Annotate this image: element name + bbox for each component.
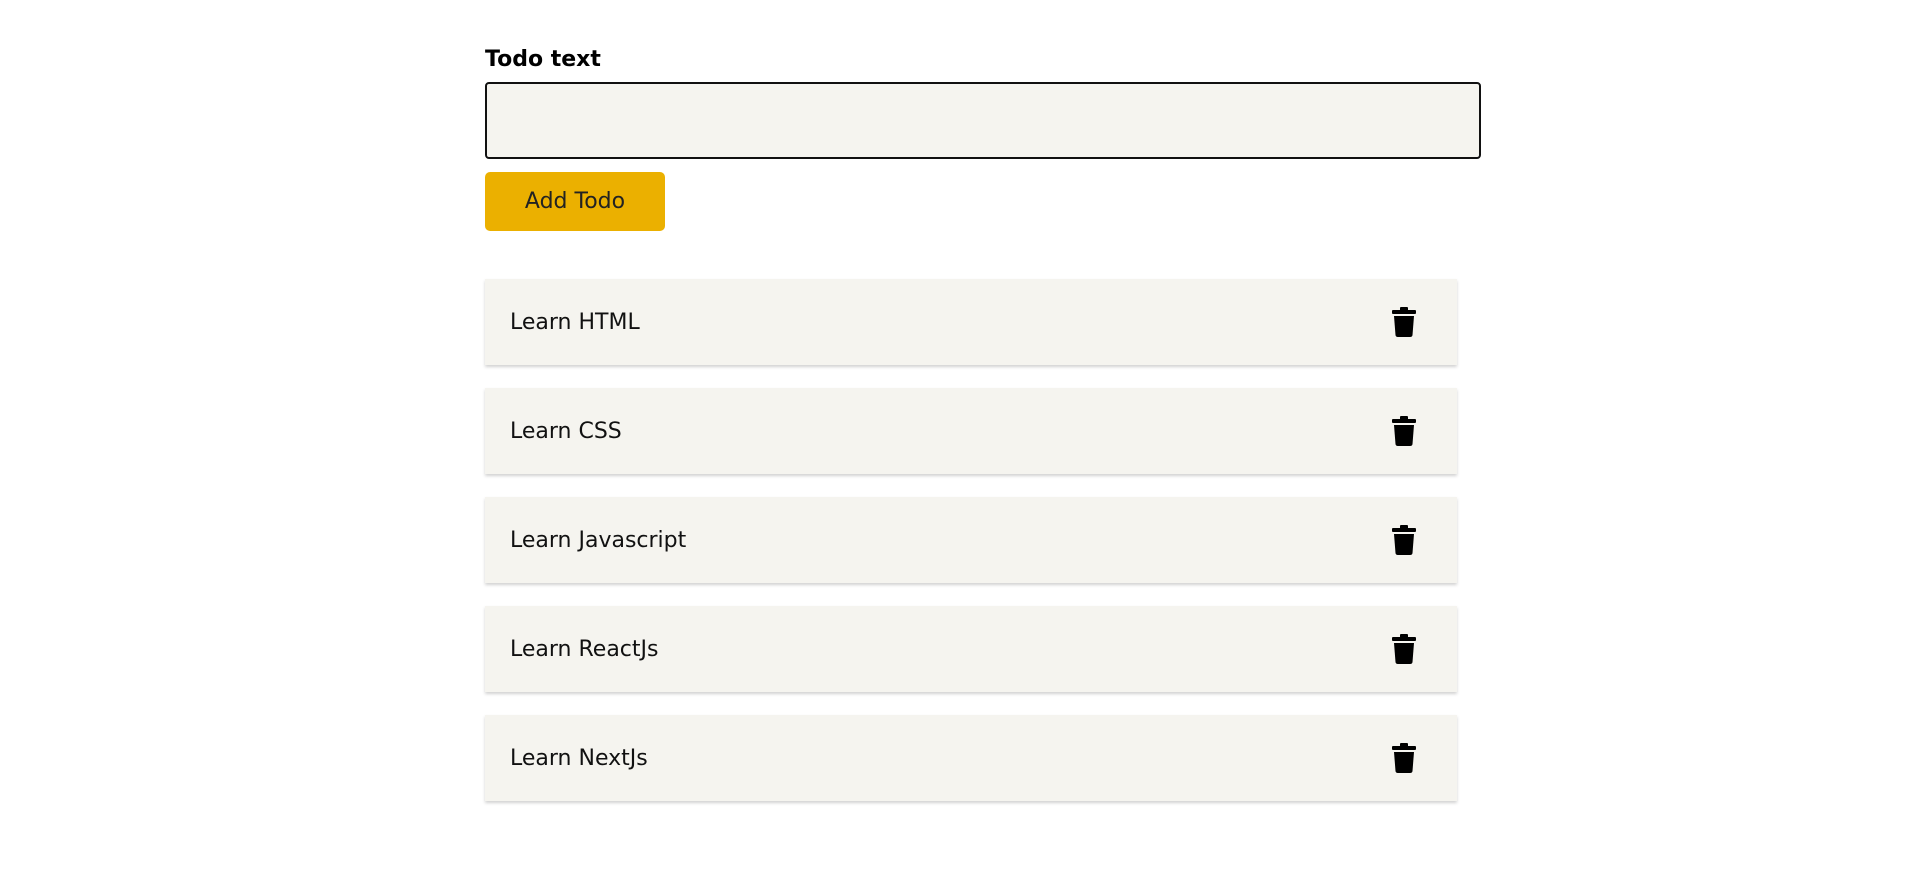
delete-todo-button[interactable] xyxy=(1389,414,1419,448)
delete-todo-button[interactable] xyxy=(1389,523,1419,557)
todo-item-text: Learn CSS xyxy=(510,418,622,444)
todo-item-text: Learn Javascript xyxy=(510,527,687,553)
trash-icon xyxy=(1392,525,1416,555)
trash-icon xyxy=(1392,307,1416,337)
todo-item-text: Learn ReactJs xyxy=(510,636,659,662)
trash-icon xyxy=(1392,743,1416,773)
delete-todo-button[interactable] xyxy=(1389,632,1419,666)
todo-item: Learn HTML xyxy=(485,279,1457,365)
trash-icon xyxy=(1392,416,1416,446)
delete-todo-button[interactable] xyxy=(1389,305,1419,339)
todo-item: Learn CSS xyxy=(485,388,1457,474)
todo-item-text: Learn HTML xyxy=(510,309,640,335)
todo-item: Learn Javascript xyxy=(485,497,1457,583)
todo-text-input[interactable] xyxy=(485,82,1481,159)
todo-item: Learn NextJs xyxy=(485,715,1457,801)
add-todo-button[interactable]: Add Todo xyxy=(485,172,665,231)
todo-app: Todo text Add Todo Learn HTML Learn CSS … xyxy=(485,42,1481,824)
todo-text-label: Todo text xyxy=(485,47,601,72)
todo-item-text: Learn NextJs xyxy=(510,745,648,771)
delete-todo-button[interactable] xyxy=(1389,741,1419,775)
trash-icon xyxy=(1392,634,1416,664)
todo-item: Learn ReactJs xyxy=(485,606,1457,692)
todo-list: Learn HTML Learn CSS Learn Javascript Le… xyxy=(485,279,1457,801)
